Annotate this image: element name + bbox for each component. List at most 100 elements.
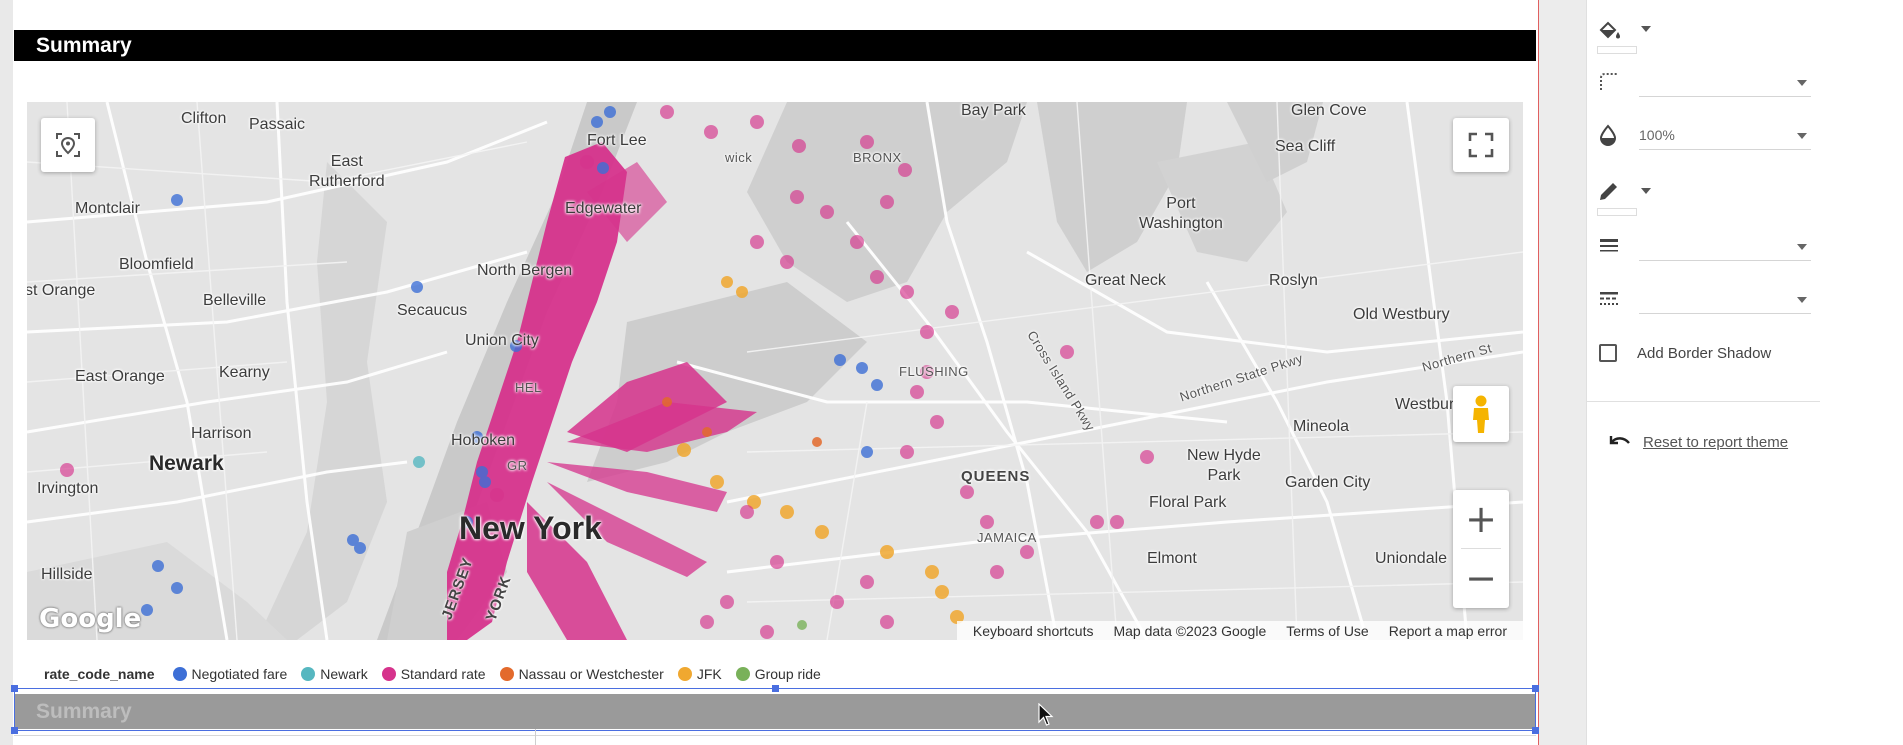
map-label-garden-city: Garden City xyxy=(1285,474,1371,491)
map-label-new-hyde-park: New Hyde Park xyxy=(1187,447,1261,484)
map-label-sea-cliff: Sea Cliff xyxy=(1275,138,1336,155)
pencil-icon xyxy=(1600,183,1617,200)
summary-header[interactable]: Summary xyxy=(14,30,1536,61)
legend-item[interactable]: Negotiated fare xyxy=(172,666,288,682)
map-label-roslyn: Roslyn xyxy=(1269,272,1318,289)
location-pin-icon xyxy=(56,133,80,157)
map-label-glen-cove: Glen Cove xyxy=(1291,102,1367,119)
map-label-east-rutherford: East Rutherford xyxy=(309,153,385,190)
alignment-guide xyxy=(535,729,536,745)
legend-item[interactable]: Group ride xyxy=(735,666,821,682)
right-empty-area xyxy=(1820,0,1903,745)
zoom-control: + − xyxy=(1453,490,1509,608)
fullscreen-button[interactable] xyxy=(1453,118,1509,172)
map-label-east-orange: East Orange xyxy=(75,368,165,385)
legend-dot xyxy=(172,667,187,681)
map-label-clifton: Clifton xyxy=(181,110,227,127)
map-label-montclair: Montclair xyxy=(75,200,140,217)
legend-item[interactable]: JFK xyxy=(677,666,722,682)
summary-title: Summary xyxy=(36,34,132,57)
map-label-bay-park: Bay Park xyxy=(961,102,1026,119)
legend-label: Negotiated fare xyxy=(191,666,288,682)
legend-dot xyxy=(677,667,692,681)
map-label-north-bergen: North Bergen xyxy=(477,262,573,279)
legend-label: JFK xyxy=(696,666,722,682)
map-label-bloomfield: Bloomfield xyxy=(119,256,194,273)
border-radius-dropdown[interactable] xyxy=(1597,64,1811,98)
legend-label: Nassau or Westchester xyxy=(518,666,664,682)
border-color-picker[interactable] xyxy=(1597,174,1807,216)
resize-handle-top[interactable] xyxy=(772,685,779,692)
map-label-belleville: Belleville xyxy=(203,292,267,309)
legend-label: Standard rate xyxy=(400,666,486,682)
border-style-dropdown[interactable] xyxy=(1597,281,1811,315)
map-label-hillside: Hillside xyxy=(41,566,93,583)
map-label-harrison: Harrison xyxy=(191,425,252,442)
style-property-panel: 100% Add Border Shadow Reset to report t… xyxy=(1586,0,1821,745)
map-label-great-neck: Great Neck xyxy=(1085,272,1166,289)
legend-label: Group ride xyxy=(754,666,821,682)
keyboard-shortcuts-link[interactable]: Keyboard shortcuts xyxy=(973,623,1094,639)
map-label-fort-lee: Fort Lee xyxy=(587,132,647,149)
summary-title-selected: Summary xyxy=(36,700,132,723)
report-canvas[interactable]: Summary Clifton Passaic East Rutherford … xyxy=(0,0,1539,745)
map-data-text: Map data ©2023 Google xyxy=(1113,622,1267,639)
bubble-map[interactable]: Clifton Passaic East Rutherford Montclai… xyxy=(27,102,1523,640)
zoom-out-button[interactable]: − xyxy=(1453,549,1509,607)
opacity-drop-icon xyxy=(1599,124,1617,146)
map-label-uniondale: Uniondale xyxy=(1375,550,1448,567)
map-label-new-york: New York xyxy=(459,510,602,546)
summary-header-selected[interactable]: Summary xyxy=(14,694,1536,729)
undo-icon xyxy=(1609,436,1630,445)
opacity-dropdown[interactable]: 100% xyxy=(1597,117,1811,151)
panel-divider xyxy=(1587,401,1820,402)
border-weight-dropdown[interactable] xyxy=(1597,228,1811,262)
legend-label: Newark xyxy=(320,666,368,682)
opacity-value: 100% xyxy=(1639,127,1675,143)
resize-handle-top-right[interactable] xyxy=(1532,685,1539,692)
line-weight-icon xyxy=(1600,239,1618,252)
color-swatch xyxy=(1597,208,1637,216)
map-label-kearny: Kearny xyxy=(219,364,270,381)
map-label-newark: Newark xyxy=(149,452,224,475)
fullscreen-icon xyxy=(1468,132,1494,158)
map-label-floral-park: Floral Park xyxy=(1149,494,1227,511)
background-color-picker[interactable] xyxy=(1597,12,1807,54)
legend-item[interactable]: Standard rate xyxy=(381,666,486,682)
chevron-down-icon xyxy=(1797,80,1807,86)
legend-dot xyxy=(301,667,316,681)
locate-me-button[interactable] xyxy=(41,118,95,172)
border-style-select[interactable] xyxy=(1639,285,1811,314)
reset-theme-link[interactable]: Reset to report theme xyxy=(1607,432,1788,452)
chevron-down-icon xyxy=(1797,133,1807,139)
legend-item[interactable]: Newark xyxy=(301,666,368,682)
legend-item[interactable]: Nassau or Westchester xyxy=(499,666,664,682)
pegman-icon xyxy=(1473,395,1489,433)
map-label-hoboken: Hoboken xyxy=(451,432,516,449)
border-weight-select[interactable] xyxy=(1639,232,1811,261)
legend-title: rate_code_name xyxy=(44,666,155,682)
border-radius-select[interactable] xyxy=(1639,68,1811,97)
map-label-hel: HEL xyxy=(515,380,542,395)
map-label-wick: wick xyxy=(725,150,753,165)
map-label-mineola: Mineola xyxy=(1293,418,1350,435)
street-view-pegman-button[interactable] xyxy=(1453,386,1509,442)
map-legend: rate_code_name Negotiated fare Newark St… xyxy=(44,663,835,685)
map-label-port-washington: Port Washington xyxy=(1139,195,1223,232)
google-logo: Google xyxy=(39,604,142,634)
map-label-passaic: Passaic xyxy=(249,116,306,133)
map-label-st-orange: st Orange xyxy=(27,282,96,299)
map-label-elmont: Elmont xyxy=(1147,550,1197,567)
paint-bucket-icon xyxy=(1599,21,1620,39)
zoom-in-button[interactable]: + xyxy=(1453,490,1509,548)
reset-theme-label: Reset to report theme xyxy=(1643,433,1789,451)
terms-of-use-link[interactable]: Terms of Use xyxy=(1286,623,1368,639)
opacity-select[interactable]: 100% xyxy=(1639,121,1811,150)
border-shadow-option[interactable]: Add Border Shadow xyxy=(1599,344,1771,362)
report-map-error-link[interactable]: Report a map error xyxy=(1389,623,1507,639)
map-label-flushing: FLUSHING xyxy=(899,364,969,379)
border-shadow-checkbox[interactable] xyxy=(1599,344,1617,362)
map-label-irvington: Irvington xyxy=(37,480,99,497)
map-label-union-city: Union City xyxy=(465,332,539,349)
color-swatch xyxy=(1597,46,1637,54)
